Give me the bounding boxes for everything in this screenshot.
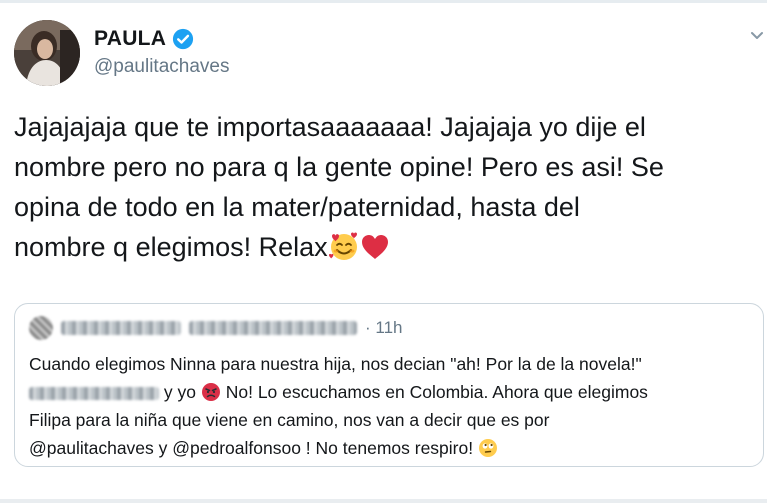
avatar-photo	[14, 20, 80, 86]
quoted-text-line: Cuando elegimos Ninna para nuestra hija,…	[29, 354, 642, 374]
smiling-face-with-hearts-emoji	[328, 232, 357, 260]
angry-face-emoji	[201, 383, 220, 401]
author-name-row[interactable]: PAULA	[94, 27, 194, 51]
top-divider	[0, 0, 767, 3]
quoted-text-line: y yo No! Lo escuchamos en Colombia. Ahor…	[29, 378, 754, 406]
quoted-tweet-header[interactable]: · 11h	[29, 316, 403, 340]
quoted-handle-redacted	[189, 321, 357, 335]
quoted-text-line: @paulitachaves y @pedroalfonsoo ! No ten…	[29, 434, 754, 462]
verified-badge-icon	[173, 28, 194, 50]
quoted-tweet[interactable]: · 11h Cuando elegimos Ninna para nuestra…	[14, 303, 764, 467]
face-with-rolling-eyes-emoji	[478, 439, 497, 457]
author-handle[interactable]: @paulitachaves	[94, 56, 229, 78]
tweet-text-line: Jajajajaja que te importasaaaaaaa! Jajaj…	[14, 112, 646, 142]
quoted-tweet-text: Cuando elegimos Ninna para nuestra hija,…	[29, 350, 754, 462]
quoted-time-value: 11h	[375, 318, 403, 337]
tweet-text: Jajajajaja que te importasaaaaaaa! Jajaj…	[14, 107, 754, 267]
quoted-text-fragment: y yo	[163, 382, 196, 402]
quoted-timestamp[interactable]: · 11h	[365, 318, 403, 338]
quoted-text-fragment: No! Lo escuchamos en Colombia. Ahora que…	[225, 382, 648, 402]
tweet-text-line: opina de todo en la mater/paternidad, ha…	[14, 192, 580, 222]
quoted-mention-redacted	[29, 386, 159, 400]
tweet-card[interactable]: PAULA @paulitachaves Jajajajaja que te i…	[0, 0, 767, 503]
quoted-text-line: Filipa para la niña que viene en camino,…	[29, 410, 550, 430]
avatar[interactable]	[14, 20, 80, 86]
quoted-name-redacted	[61, 321, 181, 335]
quoted-avatar[interactable]	[29, 316, 53, 340]
red-heart-emoji	[361, 235, 388, 259]
bottom-divider	[0, 499, 767, 503]
tweet-text-line: nombre q elegimos! Relax	[14, 232, 328, 262]
quoted-text-fragment: @paulitachaves y @pedroalfonsoo ! No ten…	[29, 438, 474, 458]
chevron-down-icon[interactable]	[749, 28, 765, 44]
author-display-name[interactable]: PAULA	[94, 27, 166, 51]
tweet-text-line-last: nombre q elegimos! Relax	[14, 227, 754, 267]
tweet-text-line: nombre pero no para q la gente opine! Pe…	[14, 152, 664, 182]
